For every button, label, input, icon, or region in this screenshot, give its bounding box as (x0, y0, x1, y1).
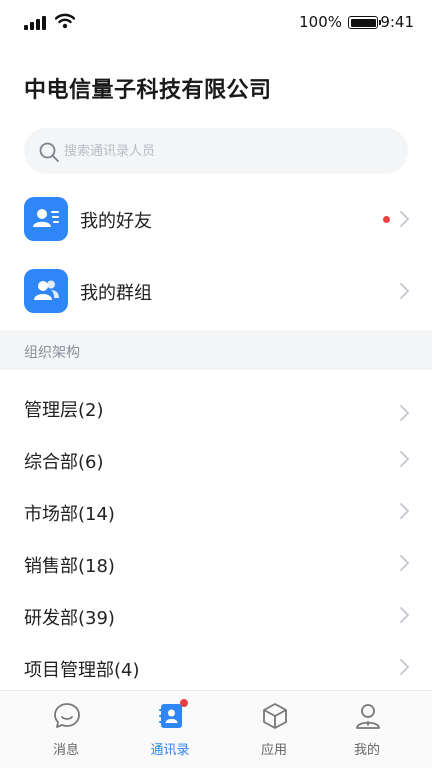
chevron-right-icon (400, 283, 409, 299)
chevron-right-icon (400, 503, 409, 519)
org-structure-header: 组织架构 (0, 330, 432, 370)
department-label: 销售部(18) (24, 556, 115, 577)
profile-icon (356, 704, 380, 729)
battery-icon (348, 16, 381, 29)
wifi-icon (55, 13, 75, 29)
tab-contacts[interactable]: 通讯录 (116, 691, 224, 768)
department-label: 市场部(14) (24, 504, 115, 525)
battery-percent: 100% (299, 13, 342, 31)
department-item[interactable]: 销售部(18) (0, 538, 432, 590)
status-time: 9:41 (380, 13, 414, 31)
message-icon (54, 703, 80, 728)
tab-label: 消息 (52, 743, 79, 758)
friend-card-icon (24, 197, 68, 241)
unread-badge (180, 699, 188, 707)
unread-badge (383, 216, 390, 223)
tab-label: 应用 (260, 743, 287, 758)
tab-apps[interactable]: 应用 (220, 691, 328, 768)
department-label: 综合部(6) (24, 452, 104, 473)
chevron-right-icon (400, 555, 409, 571)
tab-label: 我的 (353, 743, 380, 758)
group-icon (24, 269, 68, 313)
department-label: 管理层(2) (24, 400, 104, 421)
department-item[interactable]: 研发部(39) (0, 590, 432, 642)
department-label: 研发部(39) (24, 608, 115, 629)
search-input[interactable] (64, 128, 394, 174)
bottom-tab-bar: 消息 通讯录 应用 我的 (0, 690, 432, 768)
status-bar: 100% 9:41 (0, 0, 432, 46)
section-title: 组织架构 (24, 345, 80, 361)
chevron-right-icon (400, 607, 409, 623)
department-item[interactable]: 管理层(2) (0, 382, 432, 434)
department-item[interactable]: 综合部(6) (0, 434, 432, 486)
chevron-right-icon (400, 211, 409, 227)
department-item[interactable]: 项目管理部(4) (0, 642, 432, 694)
department-item[interactable]: 市场部(14) (0, 486, 432, 538)
chevron-right-icon (400, 405, 409, 421)
chevron-right-icon (400, 451, 409, 467)
tab-label: 通讯录 (150, 743, 190, 758)
my-groups-item[interactable]: 我的群组 (0, 255, 432, 327)
my-friends-item[interactable]: 我的好友 (0, 183, 432, 255)
department-label: 项目管理部(4) (24, 660, 140, 681)
tab-messages[interactable]: 消息 (12, 691, 120, 768)
search-bar[interactable] (24, 128, 408, 174)
page-title: 中电信量子科技有限公司 (24, 78, 272, 103)
my-friends-label: 我的好友 (80, 211, 152, 232)
chevron-right-icon (400, 659, 409, 675)
tab-profile[interactable]: 我的 (313, 691, 421, 768)
search-icon (39, 142, 59, 162)
my-groups-label: 我的群组 (80, 283, 152, 304)
cellular-signal-icon (24, 16, 46, 30)
apps-box-icon (263, 703, 287, 729)
